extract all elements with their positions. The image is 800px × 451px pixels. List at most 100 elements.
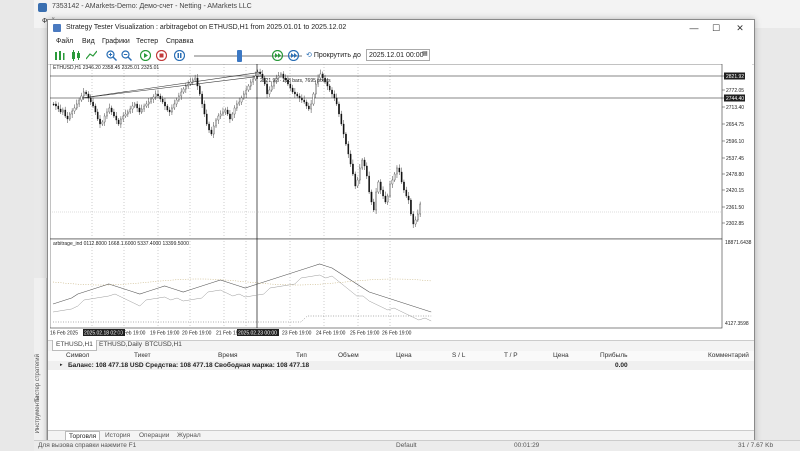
col-tp[interactable]: T / P xyxy=(504,351,518,361)
col-profit[interactable]: Прибыль xyxy=(600,351,628,361)
candle-body xyxy=(266,83,268,95)
col-time[interactable]: Время xyxy=(218,351,238,361)
col-sl[interactable]: S / L xyxy=(452,351,465,361)
candle-body xyxy=(352,163,354,175)
calendar-icon[interactable]: ▦ xyxy=(422,50,430,60)
speed-slider-track[interactable] xyxy=(194,55,302,57)
candle-body xyxy=(113,111,115,117)
menu-file[interactable]: Файл xyxy=(56,38,73,45)
col-ticket[interactable]: Тикет xyxy=(134,351,151,361)
candle-body xyxy=(150,98,152,103)
candle-body xyxy=(103,115,106,123)
candle-body xyxy=(270,85,273,91)
candle-body xyxy=(410,199,412,215)
line-chart-icon[interactable] xyxy=(86,50,97,61)
candle-body xyxy=(310,103,312,110)
menu-help[interactable]: Справка xyxy=(166,38,193,45)
price-label: 2537.45 xyxy=(726,156,744,162)
candle-body xyxy=(375,191,377,211)
candle-body xyxy=(250,81,252,87)
candle-body xyxy=(131,105,134,110)
zoom-in-icon[interactable] xyxy=(106,50,117,61)
col-price-current[interactable]: Цена xyxy=(553,351,569,361)
candle-body xyxy=(73,107,76,112)
candle-body xyxy=(203,103,206,115)
candle-body xyxy=(331,89,333,95)
candle-body xyxy=(315,83,317,95)
bar-chart-icon[interactable] xyxy=(54,50,65,61)
candle-body xyxy=(171,107,173,113)
time-scale[interactable]: 16 Feb 2025 2025.02.18 02:0018 Feb 19:00 1… xyxy=(50,329,412,337)
zoom-out-icon[interactable] xyxy=(121,50,132,61)
candle-body xyxy=(405,189,408,197)
left-strip-label-tools[interactable]: Инструменты xyxy=(35,396,41,433)
candle-body xyxy=(122,115,125,120)
fast-forward-icon[interactable] xyxy=(288,50,299,61)
candle-body xyxy=(245,89,248,95)
candle-body xyxy=(85,91,87,95)
candle-body xyxy=(370,191,373,203)
candle-body xyxy=(291,87,294,93)
pause-icon[interactable] xyxy=(174,50,185,61)
candle-body xyxy=(159,95,162,100)
left-strip-label-tester[interactable]: Тестер стратегий xyxy=(35,354,41,402)
stop-icon[interactable] xyxy=(156,50,167,61)
price-pane xyxy=(49,63,723,240)
col-type[interactable]: Тип xyxy=(296,351,307,361)
price-label: 2302.85 xyxy=(726,221,744,227)
candle-body xyxy=(152,96,155,100)
menu-tester[interactable]: Тестер xyxy=(136,38,158,45)
candle-body xyxy=(138,107,141,113)
candle-body xyxy=(340,113,343,125)
candle-body xyxy=(157,93,159,97)
scroll-to-button[interactable]: ⟲ Прокрутить до xyxy=(306,49,366,62)
menu-view[interactable]: Вид xyxy=(82,38,95,45)
balance-profit: 0.00 xyxy=(615,362,628,369)
candle-body xyxy=(196,77,199,87)
close-button[interactable]: ✕ xyxy=(730,22,750,34)
candle-body xyxy=(312,93,315,105)
play-icon[interactable] xyxy=(140,50,151,61)
candle-body xyxy=(94,105,97,113)
candle-body xyxy=(141,108,143,113)
terminal-app-icon xyxy=(38,3,47,12)
chart-area[interactable]: ETHUSD,H1 2346.20 2358.45 2325.01 2325.0… xyxy=(49,63,752,340)
candles-icon[interactable] xyxy=(70,50,81,61)
chart-tab-ethusd-daily[interactable]: ETHUSD,Daily xyxy=(96,340,145,350)
scroll-date-input[interactable]: 2025.12.01 00:00 xyxy=(366,49,430,61)
candle-body xyxy=(368,175,370,193)
price-label: 2420.15 xyxy=(726,188,744,194)
tester-app-icon xyxy=(53,24,61,32)
col-comment[interactable]: Комментарий xyxy=(708,351,749,361)
price-label: 2654.75 xyxy=(726,122,744,128)
candle-body xyxy=(384,195,387,203)
minimize-button[interactable]: — xyxy=(684,22,704,34)
speed-slider-thumb[interactable] xyxy=(237,50,242,62)
step-forward-icon[interactable] xyxy=(272,50,283,61)
maximize-button[interactable]: ☐ xyxy=(706,22,726,34)
candle-body xyxy=(101,121,104,125)
candle-body xyxy=(164,101,166,107)
col-volume[interactable]: Объем xyxy=(338,351,359,361)
candle-body xyxy=(257,71,259,77)
candle-body xyxy=(308,105,310,110)
candle-body xyxy=(78,99,80,105)
candle-body xyxy=(187,83,190,87)
price-chart[interactable]: ETHUSD,H1 2346.20 2358.45 2325.01 2325.0… xyxy=(49,63,752,340)
candle-body xyxy=(205,113,208,125)
candle-body xyxy=(194,77,196,81)
price-scale[interactable]: 2821.92 2772.05 2744.40 2713.40 2654.75 2596.… xyxy=(722,72,752,328)
menu-charts[interactable]: Графики xyxy=(102,38,130,45)
candle-body xyxy=(120,118,122,125)
time-label: 23 Feb 19:00 xyxy=(282,331,312,337)
indicator-pane xyxy=(49,238,723,329)
candle-body xyxy=(231,113,234,120)
scroll-to-icon: ⟲ xyxy=(306,52,312,59)
candle-body xyxy=(212,125,215,135)
col-price[interactable]: Цена xyxy=(396,351,412,361)
candle-body xyxy=(382,189,384,197)
candle-body xyxy=(145,103,148,107)
col-symbol[interactable]: Символ xyxy=(66,351,89,361)
chart-tab-ethusd-h1[interactable]: ETHUSD,H1 xyxy=(52,340,97,351)
chart-tab-btcusd-h1[interactable]: BTCUSD,H1 xyxy=(142,340,185,350)
